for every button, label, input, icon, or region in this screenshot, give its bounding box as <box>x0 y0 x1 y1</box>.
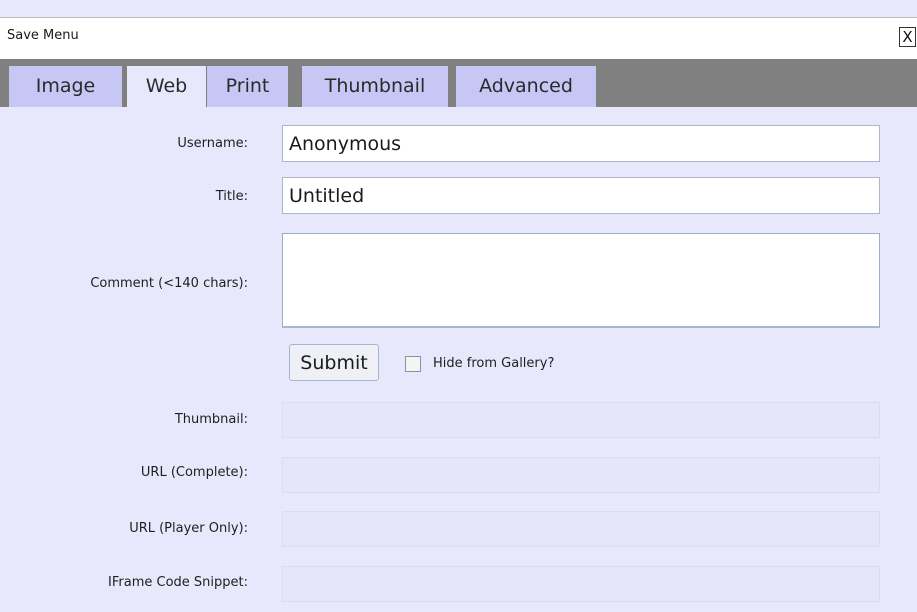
thumbnail-output-field[interactable] <box>282 402 880 438</box>
iframe-code-label: IFrame Code Snippet: <box>108 575 248 590</box>
thumbnail-label: Thumbnail: <box>174 412 248 427</box>
username-label: Username: <box>177 136 248 151</box>
submit-button[interactable]: Submit <box>289 344 379 381</box>
dialog-titlebar: Save Menu X <box>0 17 917 59</box>
save-menu-dialog: Save Menu X Image Web Print Thumbnail Ad… <box>0 0 917 612</box>
hide-from-gallery-checkbox[interactable] <box>405 356 421 372</box>
url-player-only-field[interactable] <box>282 511 880 547</box>
url-complete-label: URL (Complete): <box>140 465 248 480</box>
hide-from-gallery-label: Hide from Gallery? <box>433 356 555 371</box>
comment-field[interactable] <box>282 233 880 328</box>
web-tab-panel: Username: Title: Comment (<140 chars): S… <box>0 107 917 612</box>
title-field[interactable] <box>282 177 880 214</box>
dialog-title: Save Menu <box>7 28 79 43</box>
iframe-code-field[interactable] <box>282 566 880 602</box>
username-field[interactable] <box>282 125 880 162</box>
url-complete-field[interactable] <box>282 457 880 493</box>
close-button[interactable]: X <box>899 27 916 47</box>
tab-web[interactable]: Web <box>127 66 206 107</box>
tab-image[interactable]: Image <box>9 66 122 107</box>
comment-label: Comment (<140 chars): <box>90 276 248 291</box>
tab-thumbnail[interactable]: Thumbnail <box>302 66 448 107</box>
title-label: Title: <box>215 189 248 204</box>
tab-print[interactable]: Print <box>207 66 288 107</box>
tab-advanced[interactable]: Advanced <box>456 66 596 107</box>
tab-strip: Image Web Print Thumbnail Advanced <box>0 59 917 107</box>
url-player-only-label: URL (Player Only): <box>129 521 248 536</box>
